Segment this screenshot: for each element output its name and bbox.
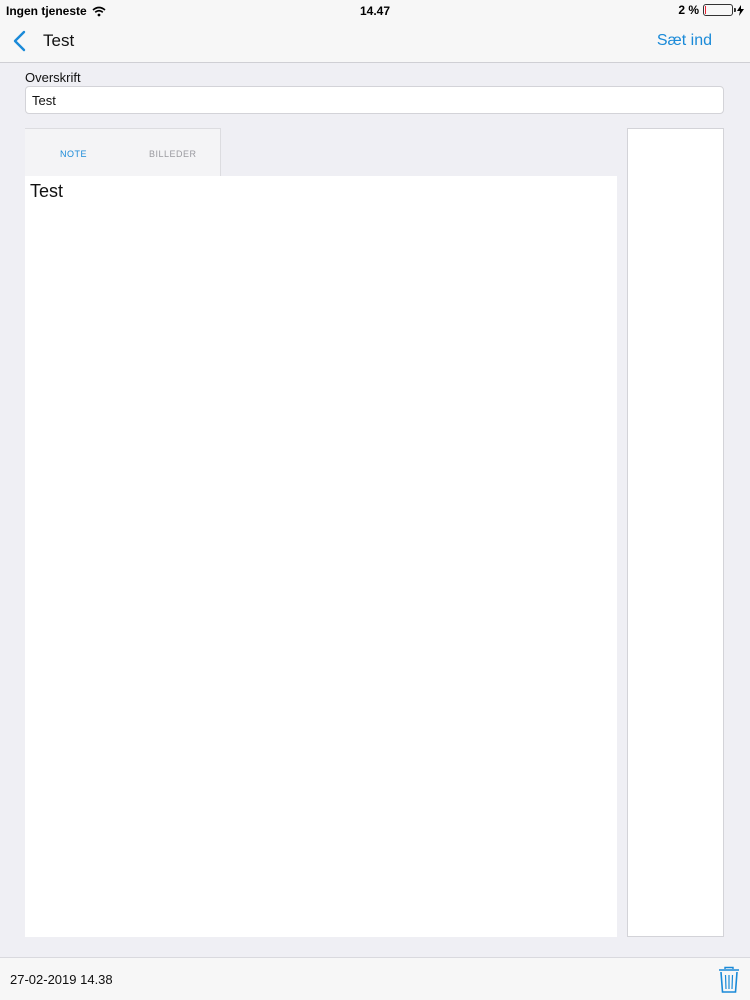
tab-note[interactable]: NOTE: [60, 149, 87, 159]
heading-input[interactable]: [25, 86, 724, 114]
battery-icon: [703, 4, 736, 16]
note-editor[interactable]: Test: [25, 176, 617, 937]
page-title: Test: [43, 31, 75, 50]
tab-images[interactable]: BILLEDER: [149, 149, 197, 159]
modified-date: 27-02-2019 14.38: [10, 972, 113, 987]
side-panel: [627, 128, 724, 937]
status-right: 2 %: [678, 3, 744, 17]
clock: 14.47: [359, 4, 391, 18]
note-text: Test: [30, 181, 64, 201]
battery-percent: 2 %: [678, 3, 699, 17]
status-bar: Ingen tjeneste 14.47 2 %: [0, 0, 750, 20]
back-button[interactable]: [8, 28, 34, 54]
footer-toolbar: 27-02-2019 14.38: [0, 957, 750, 1000]
heading-label: Overskrift: [25, 70, 81, 85]
insert-button[interactable]: Sæt ind: [657, 32, 712, 50]
navigation-bar: Test Sæt ind: [0, 20, 750, 63]
chevron-left-icon: [13, 30, 26, 52]
charging-bolt-icon: [737, 4, 744, 16]
trash-icon: [719, 966, 739, 993]
battery-fill: [705, 6, 706, 14]
delete-button[interactable]: [718, 966, 740, 994]
tab-strip: NOTE BILLEDER: [25, 128, 221, 176]
